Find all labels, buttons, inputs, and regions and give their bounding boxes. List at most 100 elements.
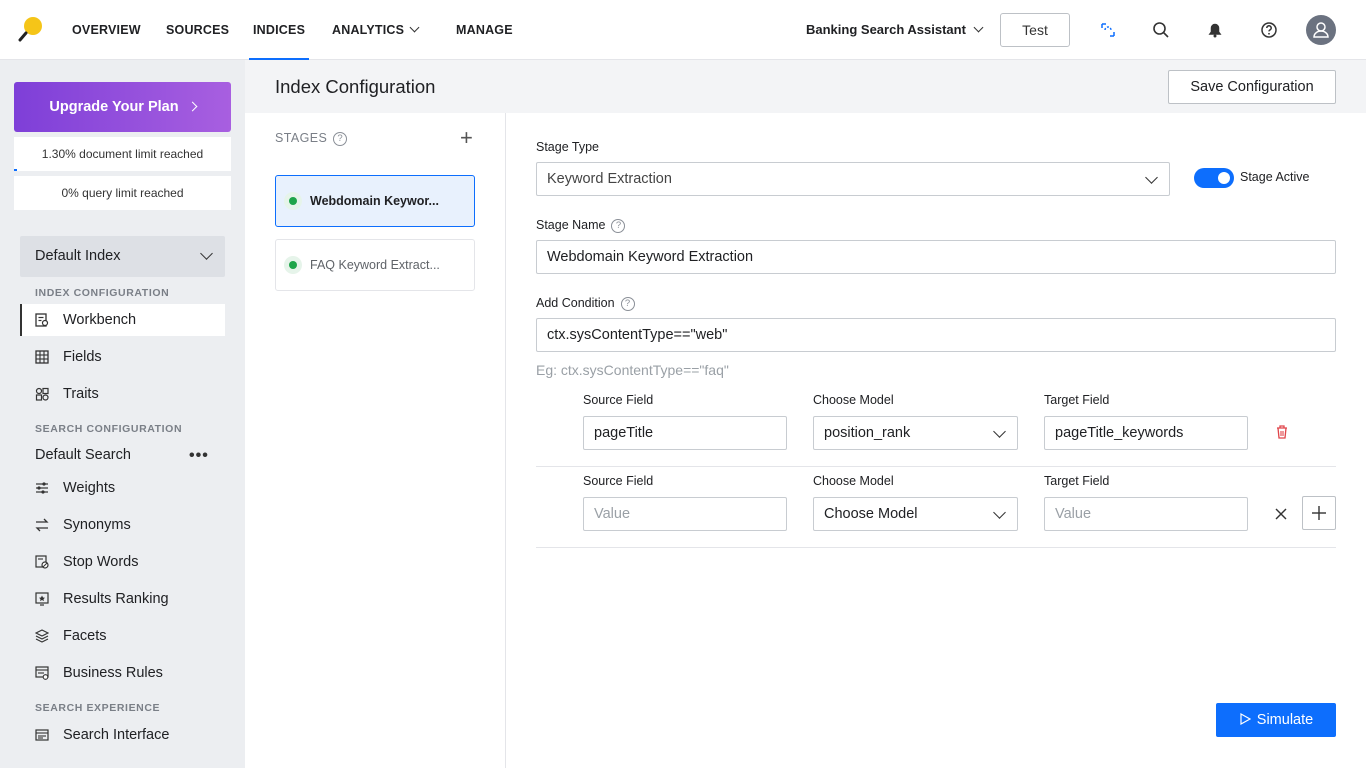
page-header: Index Configuration Save Configuration bbox=[245, 60, 1366, 113]
condition-input[interactable]: ctx.sysContentType=="web" bbox=[536, 318, 1336, 352]
bell-icon[interactable] bbox=[1205, 20, 1225, 40]
nav-overview[interactable]: OVERVIEW bbox=[72, 0, 141, 60]
upgrade-plan-button[interactable]: Upgrade Your Plan bbox=[14, 82, 231, 132]
section-index-configuration: INDEX CONFIGURATION bbox=[35, 287, 170, 299]
nav-indices[interactable]: INDICES bbox=[249, 0, 310, 60]
active-status-dot bbox=[289, 197, 297, 205]
document-limit-text: 1.30% document limit reached bbox=[41, 147, 204, 161]
nav-analytics[interactable]: ANALYTICS bbox=[332, 0, 420, 60]
app-logo-icon[interactable] bbox=[18, 16, 44, 44]
sidebar-item-facets[interactable]: Facets bbox=[20, 620, 225, 652]
save-configuration-button[interactable]: Save Configuration bbox=[1168, 70, 1336, 104]
sidebar-item-synonyms[interactable]: Synonyms bbox=[20, 509, 225, 541]
add-stage-icon[interactable]: + bbox=[460, 127, 473, 149]
row-divider bbox=[536, 466, 1336, 467]
document-limit-bar bbox=[14, 169, 17, 171]
query-limit-text: 0% query limit reached bbox=[61, 186, 184, 200]
chevron-right-icon bbox=[187, 101, 198, 112]
stage-item[interactable]: FAQ Keyword Extract... bbox=[275, 239, 475, 291]
model-select[interactable]: Choose Model bbox=[813, 497, 1018, 531]
user-avatar[interactable] bbox=[1306, 15, 1336, 45]
ranking-icon bbox=[35, 592, 49, 606]
section-search-experience: SEARCH EXPERIENCE bbox=[35, 702, 161, 714]
sidebar-item-results-ranking[interactable]: Results Ranking bbox=[20, 583, 225, 615]
stage-type-select[interactable]: Keyword Extraction bbox=[536, 162, 1170, 196]
target-field-input[interactable]: pageTitle_keywords bbox=[1044, 416, 1248, 450]
model-select-value: Choose Model bbox=[824, 506, 918, 522]
close-icon[interactable] bbox=[1274, 507, 1288, 521]
source-field-label: Source Field bbox=[583, 474, 654, 488]
section-search-configuration: SEARCH CONFIGURATION bbox=[35, 423, 183, 435]
sidebar-item-search-interface[interactable]: Search Interface bbox=[20, 719, 225, 751]
test-button[interactable]: Test bbox=[1000, 13, 1070, 47]
simulate-label: Simulate bbox=[1256, 712, 1314, 728]
source-field-input[interactable]: pageTitle bbox=[583, 416, 787, 450]
sidebar-item-label: Workbench bbox=[63, 312, 137, 328]
sidebar-item-label: Weights bbox=[63, 480, 116, 496]
default-search-title: Default Search bbox=[35, 447, 131, 463]
index-select[interactable]: Default Index bbox=[20, 236, 225, 277]
sync-icon[interactable] bbox=[1098, 20, 1118, 40]
user-avatar-icon bbox=[1313, 22, 1329, 38]
workbench-icon bbox=[35, 313, 49, 327]
source-field-input[interactable]: Value bbox=[583, 497, 787, 531]
app-selector[interactable]: Banking Search Assistant bbox=[806, 0, 984, 60]
sidebar-item-weights[interactable]: Weights bbox=[20, 472, 225, 504]
sidebar-item-workbench[interactable]: Workbench bbox=[20, 304, 225, 336]
stage-name-label: Stage Name? bbox=[536, 218, 626, 233]
chevron-down-icon bbox=[973, 22, 984, 33]
sidebar-item-label: Results Ranking bbox=[63, 591, 169, 607]
index-select-value: Default Index bbox=[35, 248, 121, 264]
help-icon[interactable]: ? bbox=[333, 131, 348, 146]
add-condition-label: Add Condition? bbox=[536, 296, 635, 311]
stage-item[interactable]: Webdomain Keywor... bbox=[275, 175, 475, 227]
stage-name-label-text: Stage Name bbox=[536, 218, 606, 232]
row-divider bbox=[536, 547, 1336, 548]
traits-icon bbox=[35, 387, 49, 401]
interface-icon bbox=[35, 729, 49, 741]
sidebar-item-label: Synonyms bbox=[63, 517, 131, 533]
rules-icon bbox=[35, 666, 49, 680]
stages-heading: STAGES? bbox=[275, 131, 348, 146]
sidebar-item-label: Traits bbox=[63, 386, 99, 402]
chevron-down-icon bbox=[1145, 171, 1158, 184]
help-icon[interactable]: ? bbox=[611, 218, 626, 233]
sidebar-item-label: Search Interface bbox=[63, 727, 170, 743]
nav-manage[interactable]: MANAGE bbox=[456, 0, 513, 60]
stage-active-toggle[interactable] bbox=[1194, 168, 1234, 188]
query-limit: 0% query limit reached bbox=[14, 176, 231, 210]
document-limit: 1.30% document limit reached bbox=[14, 137, 231, 171]
simulate-button[interactable]: Simulate bbox=[1216, 703, 1336, 737]
plus-icon bbox=[1312, 506, 1326, 520]
sidebar-item-business-rules[interactable]: Business Rules bbox=[20, 657, 225, 689]
chevron-down-icon bbox=[409, 22, 420, 33]
toggle-knob bbox=[1218, 172, 1230, 184]
trash-icon[interactable] bbox=[1275, 424, 1289, 440]
sidebar: Upgrade Your Plan 1.30% document limit r… bbox=[0, 60, 245, 768]
help-icon[interactable] bbox=[1259, 20, 1279, 40]
sidebar-item-traits[interactable]: Traits bbox=[20, 378, 225, 410]
model-select[interactable]: position_rank bbox=[813, 416, 1018, 450]
sidebar-item-label: Stop Words bbox=[63, 554, 139, 570]
search-icon[interactable] bbox=[1151, 20, 1171, 40]
sidebar-item-fields[interactable]: Fields bbox=[20, 341, 225, 373]
sidebar-item-label: Business Rules bbox=[63, 665, 163, 681]
nav-sources[interactable]: SOURCES bbox=[166, 0, 229, 60]
sliders-icon bbox=[36, 482, 48, 494]
chevron-down-icon bbox=[993, 506, 1006, 519]
model-select-value: position_rank bbox=[824, 425, 911, 441]
stage-name-input[interactable]: Webdomain Keyword Extraction bbox=[536, 240, 1336, 274]
stop-words-icon bbox=[35, 555, 49, 569]
layers-icon bbox=[35, 629, 49, 643]
add-row-button[interactable] bbox=[1302, 496, 1336, 530]
page-title: Index Configuration bbox=[275, 76, 436, 97]
target-field-input[interactable]: Value bbox=[1044, 497, 1248, 531]
more-options-icon[interactable]: ••• bbox=[189, 447, 209, 465]
chevron-down-icon bbox=[993, 425, 1006, 438]
help-icon[interactable]: ? bbox=[620, 296, 635, 311]
nav-analytics-label: ANALYTICS bbox=[332, 23, 405, 37]
stage-type-value: Keyword Extraction bbox=[547, 171, 672, 187]
sidebar-item-stop-words[interactable]: Stop Words bbox=[20, 546, 225, 578]
add-condition-label-text: Add Condition bbox=[536, 296, 615, 310]
stages-label: STAGES bbox=[275, 131, 328, 145]
